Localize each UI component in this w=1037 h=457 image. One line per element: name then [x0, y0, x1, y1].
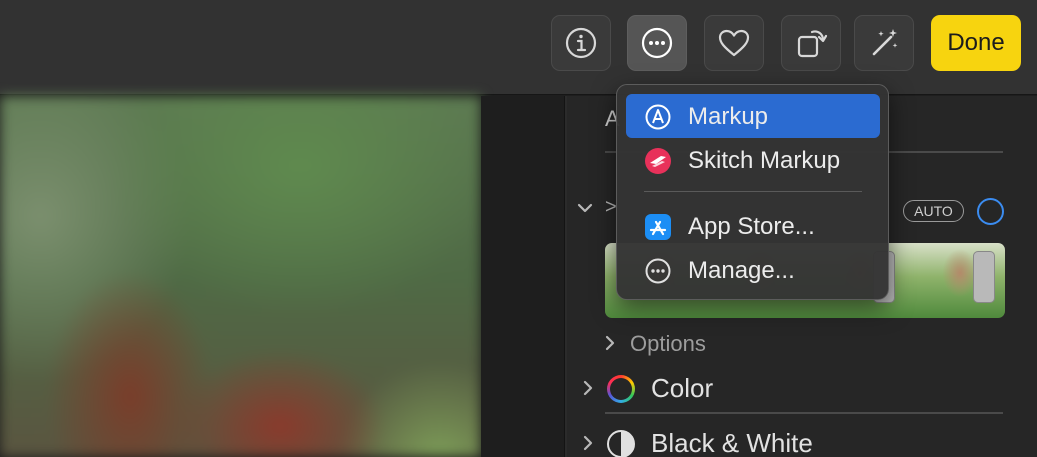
menu-item-markup[interactable]: Markup — [626, 94, 880, 138]
more-icon — [644, 257, 672, 285]
favorite-button[interactable] — [704, 15, 764, 71]
app-store-icon — [644, 213, 672, 241]
menu-item-skitch-markup[interactable]: Skitch Markup — [626, 138, 880, 182]
color-section-label[interactable]: Color — [651, 373, 713, 404]
more-menu: Markup Skitch Markup App Store... Manage… — [616, 84, 889, 300]
menu-item-app-store[interactable]: App Store... — [626, 204, 880, 248]
menu-item-label: Manage... — [688, 257, 795, 284]
enhance-button[interactable] — [854, 15, 914, 71]
rotate-button[interactable] — [781, 15, 841, 71]
info-button[interactable] — [551, 15, 611, 71]
skitch-icon — [644, 147, 672, 175]
color-wheel-icon — [607, 375, 635, 403]
chevron-right-icon[interactable] — [578, 433, 598, 457]
thumbnail[interactable] — [905, 243, 1005, 318]
more-icon — [640, 26, 674, 60]
half-circle-icon — [607, 430, 635, 457]
toolbar: Done — [0, 0, 1037, 95]
heart-icon — [717, 26, 751, 60]
chevron-right-icon[interactable] — [578, 378, 598, 404]
photo-margin — [481, 96, 564, 457]
photo-preview — [0, 96, 481, 457]
adjustment-toggle[interactable] — [977, 198, 1004, 225]
more-button[interactable] — [627, 15, 687, 71]
collapsed-marker: > — [605, 196, 617, 218]
info-icon — [564, 26, 598, 60]
menu-item-label: App Store... — [688, 213, 815, 240]
rotate-icon — [794, 26, 828, 60]
auto-button[interactable]: AUTO — [903, 200, 964, 222]
chevron-down-icon[interactable] — [575, 198, 595, 224]
chevron-right-icon[interactable] — [600, 333, 620, 359]
markup-icon — [644, 103, 672, 131]
menu-item-label: Skitch Markup — [688, 147, 841, 174]
menu-item-label: Markup — [688, 103, 769, 130]
magic-wand-icon — [867, 26, 901, 60]
black-white-section-label[interactable]: Black & White — [651, 428, 813, 457]
divider — [605, 412, 1003, 414]
menu-item-manage[interactable]: Manage... — [626, 248, 880, 292]
options-label[interactable]: Options — [630, 331, 706, 357]
menu-separator — [644, 191, 862, 192]
done-button[interactable]: Done — [931, 15, 1021, 71]
